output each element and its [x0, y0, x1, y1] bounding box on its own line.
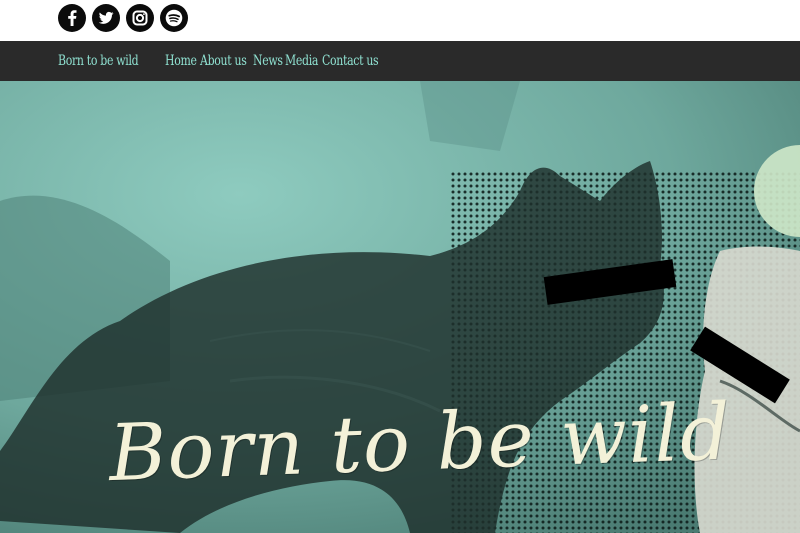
nav-item-contact-us[interactable]: Contact us: [322, 53, 379, 69]
main-nav: Born to be wild Home About us News Media…: [0, 41, 800, 82]
spotify-icon[interactable]: [160, 4, 188, 32]
nav-item-media[interactable]: Media: [285, 53, 318, 69]
facebook-icon[interactable]: [58, 4, 86, 32]
nav-item-about-us[interactable]: About us: [200, 53, 247, 69]
twitter-icon[interactable]: [92, 4, 120, 32]
instagram-icon[interactable]: [126, 4, 154, 32]
nav-item-news[interactable]: News: [253, 53, 283, 69]
nav-brand-link[interactable]: Born to be wild: [58, 53, 139, 69]
hero-banner: Born to be wild: [0, 81, 800, 533]
nav-items: Born to be wild Home About us News Media…: [58, 41, 388, 81]
social-links: [58, 4, 188, 32]
top-bar: [0, 0, 800, 41]
nav-item-home[interactable]: Home: [165, 53, 197, 69]
